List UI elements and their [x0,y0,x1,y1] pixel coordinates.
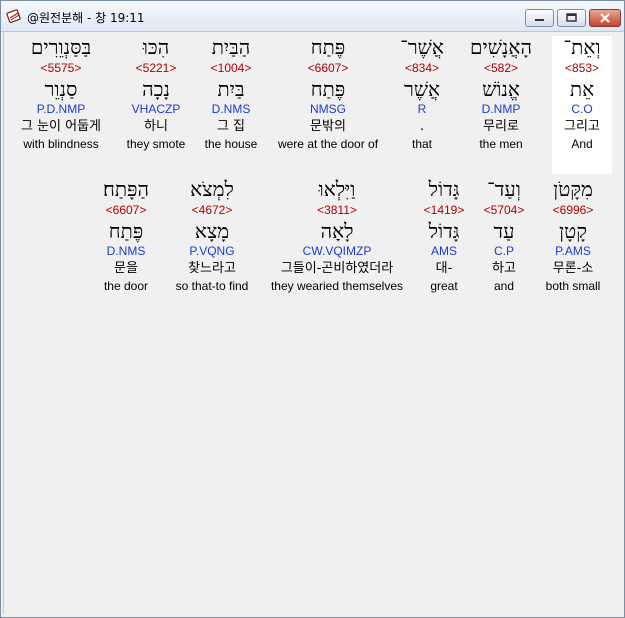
english-gloss: with blindness [23,137,99,151]
english-gloss: the door [103,279,149,293]
morph-code: VHACZP [131,102,181,116]
morph-code: P.VQNG [189,244,235,258]
english-gloss: that [411,137,432,151]
app-window: @원전분해 - 창 19:11 וְאֵת־ <853> אֵת C.O 그리고… [0,0,625,618]
korean-gloss: 무리로 [483,119,519,134]
interlinear-word[interactable]: לִמְצֹא <4672> מָצָא P.VQNG 찾느라고 so that… [168,178,256,293]
lemma-text: נָכָה [142,77,170,101]
lemma-text: אֵת [569,77,595,101]
strong-number[interactable]: <853> [552,61,612,75]
maximize-button[interactable] [557,9,586,27]
hebrew-text: הַבַּיִת [211,35,251,59]
lemma-text: לָאָה [320,219,354,243]
hebrew-text: וְעַד־ [487,177,521,201]
english-gloss: great [430,279,458,293]
english-gloss: the men [479,137,523,151]
morph-code: C.P [493,244,514,258]
lemma-text: גָּדוֹל [428,219,460,243]
interlinear-word[interactable]: פֶּתַח <6607> פֶּתַח NMSG 문밖의 were at th… [270,36,386,151]
hebrew-text: הִכּוּ [142,35,170,59]
morph-code: R [417,102,427,116]
lemma-text: פֶּתַח [310,77,346,101]
hebrew-text: פֶּתַח [310,35,346,59]
lemma-text: מָצָא [194,219,230,243]
hebrew-text: גָּדוֹל [428,177,460,201]
korean-gloss: 찾느라고 [188,261,236,276]
interlinear-word[interactable]: הִכּוּ <5221> נָכָה VHACZP 하니 they smote [120,36,192,151]
english-gloss: and [493,279,515,293]
korean-gloss: 하니 [144,119,168,134]
window-title: @원전분해 - 창 19:11 [27,11,145,25]
morph-code: AMS [430,244,457,258]
hebrew-text: אֲשֶׁר־ [400,35,444,59]
strong-number[interactable]: <1419> [418,203,470,217]
title-bar[interactable]: @원전분해 - 창 19:11 [1,1,624,32]
korean-gloss: 그리고 [564,119,600,134]
morph-code: D.NMS [106,244,146,258]
hebrew-text: וְאֵת־ [563,35,601,59]
morph-code: NMSG [310,102,346,116]
minimize-button[interactable] [525,9,554,27]
close-button[interactable] [589,9,621,27]
korean-gloss: 그 눈이 어둡게 [20,119,102,134]
korean-gloss: 문밖의 [310,119,346,134]
english-gloss: they smote [126,137,186,151]
strong-number[interactable]: <834> [392,61,452,75]
interlinear-word[interactable]: אֲשֶׁר־ <834> אֲשֶׁר R . that [392,36,452,151]
strong-number[interactable]: <6996> [540,203,606,217]
hebrew-text: הַפָּתַח׃ [102,177,149,201]
korean-gloss: 무론-소 [552,261,594,276]
strong-number[interactable]: <6607> [92,203,160,217]
lemma-text: קָטָן [559,219,587,243]
interlinear-word[interactable]: מִקָּטֹן <6996> קָטָן P.AMS 무론-소 both sm… [540,178,606,293]
korean-gloss: 그들이-곤비하였더라 [280,261,394,276]
english-gloss: so that-to find [175,279,249,293]
morph-code: P.D.NMP [36,102,86,116]
english-gloss: were at the door of [277,137,379,151]
interlinear-word[interactable]: וְעַד־ <5704> עַד C.P 하고 and [476,178,532,293]
strong-number[interactable]: <582> [466,61,536,75]
bible-book-icon[interactable] [6,8,22,24]
morph-code: CW.VQIMZP [302,244,372,258]
morph-code: D.NMS [211,102,251,116]
strong-number[interactable]: <3811> [262,203,412,217]
strong-number[interactable]: <1004> [198,61,264,75]
interlinear-panel[interactable]: וְאֵת־ <853> אֵת C.O 그리고 And הָאֲנָשִׁים… [3,32,622,614]
english-gloss: the house [204,137,258,151]
interlinear-word[interactable]: הָאֲנָשִׁים <582> אֱנוֹשׁ D.NMP 무리로 the … [466,36,536,151]
english-gloss: they wearied themselves [270,279,404,293]
interlinear-word[interactable]: וַיִּלְאוּ <3811> לָאָה CW.VQIMZP 그들이-곤비… [262,178,412,293]
lemma-text: עַד [493,219,515,243]
interlinear-word[interactable]: הַפָּתַח׃ <6607> פֶּתַח D.NMS 문을 the doo… [92,178,160,293]
korean-gloss: 그 집 [216,119,246,134]
interlinear-word[interactable]: וְאֵת־ <853> אֵת C.O 그리고 And [552,36,612,174]
lemma-text: אֱנוֹשׁ [482,77,520,101]
lemma-text: פֶּתַח [108,219,144,243]
strong-number[interactable]: <5221> [120,61,192,75]
korean-gloss: 대- [435,261,453,276]
korean-gloss: . [419,119,425,134]
hebrew-text: וַיִּלְאוּ [318,177,356,201]
interlinear-word[interactable]: גָּדוֹל <1419> גָּדוֹל AMS 대- great [418,178,470,293]
lemma-text: סַנְוֵר [44,77,78,101]
strong-number[interactable]: <4672> [168,203,256,217]
hebrew-text: מִקָּטֹן [553,177,593,201]
hebrew-text: לִמְצֹא [190,177,234,201]
korean-gloss: 하고 [492,261,516,276]
interlinear-word[interactable]: בַּסַּנְוֵרִים <5575> סַנְוֵר P.D.NMP 그 … [8,36,114,151]
morph-code: P.AMS [555,244,591,258]
interlinear-word[interactable]: הַבַּיִת <1004> בַּיִת D.NMS 그 집 the hou… [198,36,264,151]
morph-code: D.NMP [481,102,521,116]
lemma-text: אֲשֶׁר [404,77,440,101]
english-gloss: both small [545,279,601,293]
strong-number[interactable]: <5704> [476,203,532,217]
strong-number[interactable]: <6607> [270,61,386,75]
strong-number[interactable]: <5575> [8,61,114,75]
hebrew-text: הָאֲנָשִׁים [470,35,532,59]
english-gloss: And [571,137,593,151]
lemma-text: בַּיִת [217,77,245,101]
morph-code: C.O [571,102,593,116]
korean-gloss: 문을 [114,261,138,276]
hebrew-text: בַּסַּנְוֵרִים [30,35,92,59]
